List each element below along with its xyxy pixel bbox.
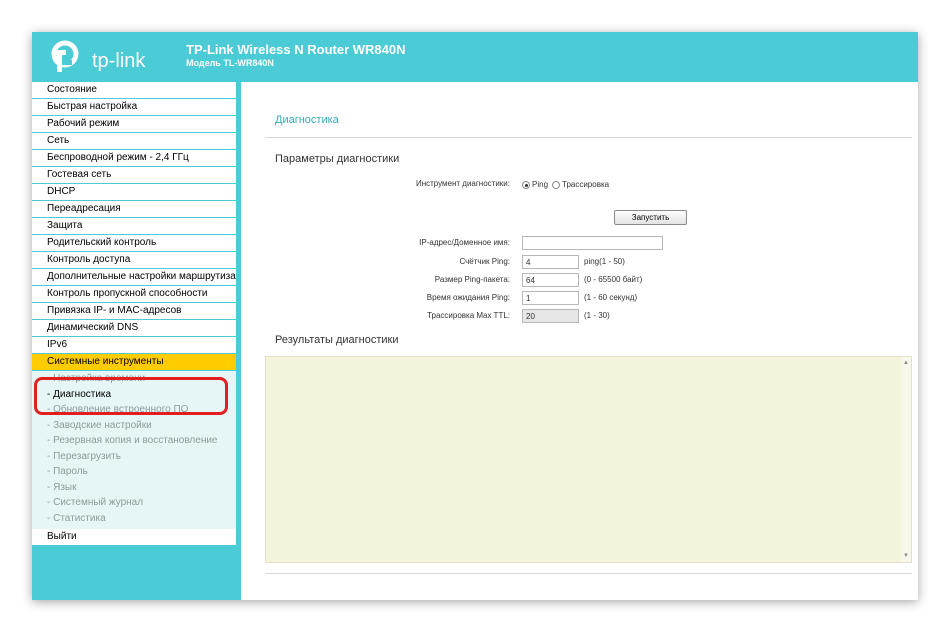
sidebar-item-ip-mac-binding[interactable]: Привязка IP- и MAC-адресов [32, 303, 236, 320]
max-ttl-hint: (1 - 30) [584, 311, 610, 320]
subitem-backup-restore[interactable]: - Резервная копия и восстановление [32, 433, 236, 449]
page-title: Диагностика [275, 114, 339, 126]
subitem-system-log[interactable]: - Системный журнал [32, 495, 236, 511]
sidebar-item-parental-control[interactable]: Родительский контроль [32, 235, 236, 252]
bottom-divider [265, 573, 912, 574]
subitem-password[interactable]: - Пароль [32, 464, 236, 480]
system-tools-submenu: - Настройка времени - Диагностика - Обно… [32, 371, 236, 529]
max-ttl-input [522, 309, 579, 323]
logo-text: tp-link [92, 50, 146, 72]
ping-timeout-hint: (1 - 60 секунд) [584, 293, 638, 302]
scroll-up-icon[interactable]: ▲ [902, 359, 910, 367]
sidebar-item-quick-setup[interactable]: Быстрая настройка [32, 99, 236, 116]
title-divider [265, 137, 912, 138]
ping-timeout-input[interactable] [522, 291, 579, 305]
sidebar-item-logout[interactable]: Выйти [32, 529, 236, 546]
subitem-statistics[interactable]: - Статистика [32, 511, 236, 527]
sidebar-item-advanced-routing[interactable]: Дополнительные настройки маршрутизации [32, 269, 236, 286]
sidebar-item-system-tools[interactable]: Системные инструменты [32, 354, 236, 371]
sidebar-item-guest-network[interactable]: Гостевая сеть [32, 167, 236, 184]
sidebar-item-network[interactable]: Сеть [32, 133, 236, 150]
sidebar-item-dynamic-dns[interactable]: Динамический DNS [32, 320, 236, 337]
ping-count-label: Счётчик Ping: [459, 257, 510, 266]
start-button[interactable]: Запустить [614, 210, 687, 225]
product-model: Модель TL-WR840N [186, 58, 274, 68]
subitem-diagnostics[interactable]: - Диагностика [32, 387, 236, 403]
traceroute-radio[interactable] [552, 181, 560, 189]
tp-link-logo: tp-link [48, 40, 158, 76]
ping-radio[interactable] [522, 181, 530, 189]
sidebar-item-access-control[interactable]: Контроль доступа [32, 252, 236, 269]
results-scrollbar[interactable]: ▲ ▼ [901, 357, 911, 562]
subitem-factory-defaults[interactable]: - Заводские настройки [32, 418, 236, 434]
subitem-firmware-upgrade[interactable]: - Обновление встроенного ПО [32, 402, 236, 418]
sidebar-item-status[interactable]: Состояние [32, 82, 236, 99]
sidebar-item-forwarding[interactable]: Переадресация [32, 201, 236, 218]
results-textarea[interactable]: ▲ ▼ [265, 356, 912, 563]
ip-label: IP-адрес/Доменное имя: [419, 238, 510, 247]
router-admin-window: tp-link TP-Link Wireless N Router WR840N… [32, 32, 918, 600]
ping-timeout-label: Время ожидания Ping: [426, 293, 510, 302]
product-title: TP-Link Wireless N Router WR840N [186, 42, 406, 57]
ip-domain-input[interactable] [522, 236, 663, 250]
sidebar-item-ipv6[interactable]: IPv6 [32, 337, 236, 354]
packet-size-hint: (0 - 65500 байт) [584, 275, 643, 284]
sidebar-item-bandwidth-control[interactable]: Контроль пропускной способности [32, 286, 236, 303]
sidebar-menu: Состояние Быстрая настройка Рабочий режи… [32, 82, 236, 546]
results-section-title: Результаты диагностики [275, 334, 399, 346]
scroll-down-icon[interactable]: ▼ [902, 552, 910, 560]
subitem-reboot[interactable]: - Перезагрузить [32, 449, 236, 465]
max-ttl-label: Трассировка Max TTL: [427, 311, 510, 320]
sidebar-item-operation-mode[interactable]: Рабочий режим [32, 116, 236, 133]
tp-link-logo-icon [51, 40, 79, 72]
tool-label: Инструмент диагностики: [415, 179, 510, 188]
packet-size-label: Размер Ping-пакета: [434, 275, 510, 284]
subitem-language[interactable]: - Язык [32, 480, 236, 496]
sidebar-item-wireless[interactable]: Беспроводной режим - 2,4 ГГц [32, 150, 236, 167]
packet-size-input[interactable] [522, 273, 579, 287]
ping-count-hint: ping(1 - 50) [584, 257, 625, 266]
sidebar-item-dhcp[interactable]: DHCP [32, 184, 236, 201]
subitem-time-settings[interactable]: - Настройка времени [32, 371, 236, 387]
header-bar: tp-link TP-Link Wireless N Router WR840N… [32, 32, 918, 82]
sidebar: Состояние Быстрая настройка Рабочий режи… [32, 82, 241, 600]
ping-radio-label[interactable]: Ping [532, 180, 548, 189]
ping-count-input[interactable] [522, 255, 579, 269]
params-section-title: Параметры диагностики [275, 153, 400, 165]
main-content: Диагностика Параметры диагностики Инстру… [241, 82, 918, 600]
sidebar-item-security[interactable]: Защита [32, 218, 236, 235]
traceroute-radio-label[interactable]: Трассировка [562, 180, 609, 189]
